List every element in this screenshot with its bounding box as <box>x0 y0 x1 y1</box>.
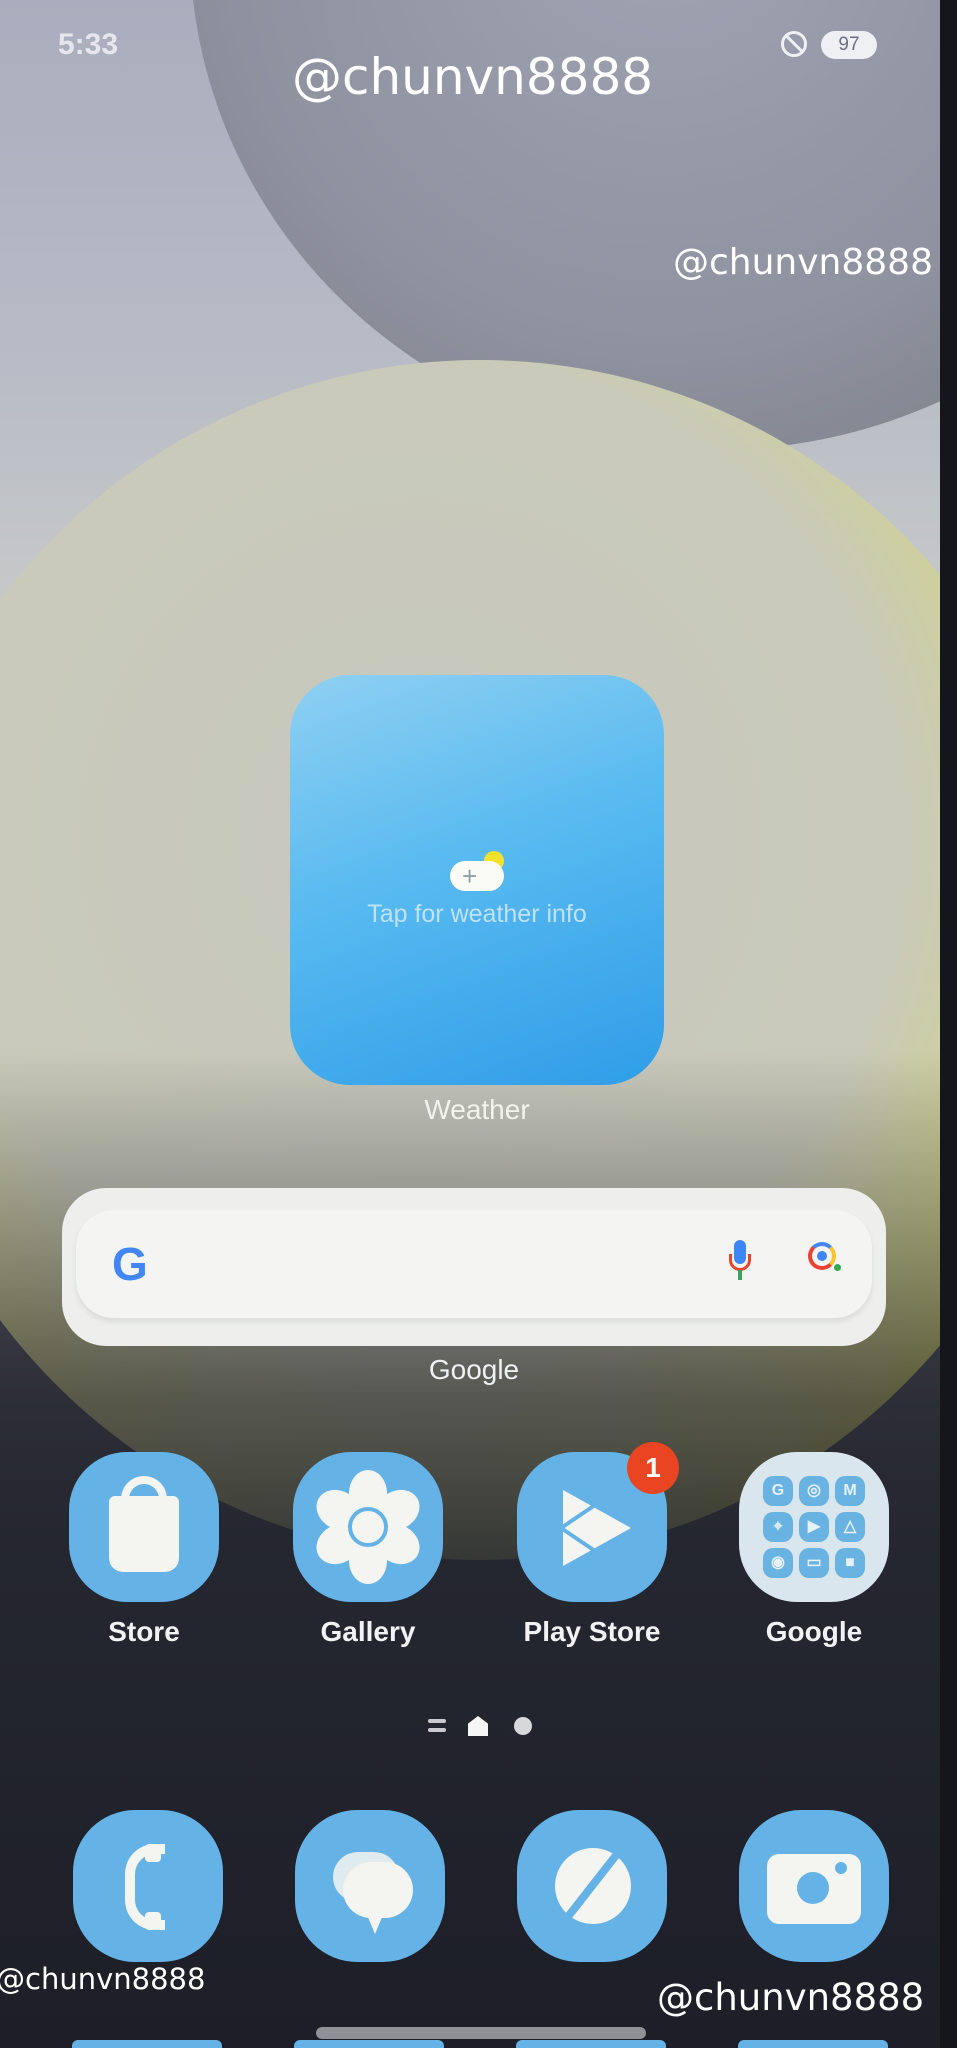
icon-peek <box>516 2040 666 2048</box>
chrome-icon: ◎ <box>799 1476 829 1506</box>
gesture-navigation-bar[interactable] <box>316 2027 646 2039</box>
camera-icon <box>739 1810 889 1962</box>
watermark: @chunvn8888 <box>673 242 933 283</box>
watermark: @chunvn8888 <box>657 1976 925 2019</box>
folder-icon: G ◎ M ⌖ ▶ △ ◉ ▭ ■ <box>739 1452 889 1602</box>
phone-icon <box>73 1810 223 1962</box>
device-bezel <box>940 0 957 2048</box>
status-clock: 5:33 <box>58 28 119 61</box>
watermark: @chunvn8888 <box>0 1962 206 1996</box>
weather-message: Tap for weather info <box>367 900 587 928</box>
search-bar[interactable]: G <box>76 1210 872 1318</box>
dock-camera[interactable] <box>736 1810 892 1962</box>
app-label: Google <box>765 1616 863 1647</box>
app-label: Play Store <box>523 1616 661 1647</box>
internet-icon <box>517 1810 667 1962</box>
drive-icon: △ <box>835 1512 865 1542</box>
maps-icon: ⌖ <box>763 1512 793 1542</box>
weather-widget-label: Weather <box>424 1094 530 1125</box>
gmail-icon: M <box>835 1476 865 1506</box>
page-indicator[interactable] <box>424 1714 534 1738</box>
flower-icon <box>293 1452 443 1602</box>
list-view-icon[interactable] <box>428 1719 446 1733</box>
google-lens-icon[interactable] <box>808 1242 844 1278</box>
dock-messages[interactable] <box>292 1810 448 1962</box>
dock-phone[interactable] <box>70 1810 226 1962</box>
icon-peek <box>294 2040 444 2048</box>
microphone-icon[interactable] <box>728 1240 752 1290</box>
app-folder-google[interactable]: G ◎ M ⌖ ▶ △ ◉ ▭ ■ Google <box>736 1452 892 1648</box>
youtube-icon: ▶ <box>799 1512 829 1542</box>
page-dot[interactable] <box>514 1717 532 1735</box>
app-label: Store <box>108 1616 180 1647</box>
app-store[interactable]: Store <box>66 1452 222 1648</box>
icon-peek <box>72 2040 222 2048</box>
app-gallery[interactable]: Gallery <box>290 1452 446 1648</box>
search-widget-label: Google <box>428 1354 520 1385</box>
tv-icon: ▭ <box>799 1548 829 1578</box>
meet-icon: ■ <box>835 1548 865 1578</box>
weather-widget[interactable]: + Tap for weather info <box>290 675 664 1085</box>
battery-indicator: 97 <box>821 31 877 59</box>
home-screen: 5:33 97 + Tap for weather info Weather G… <box>0 0 940 2048</box>
app-label: Gallery <box>320 1616 416 1647</box>
cloud-sun-add-icon: + <box>448 847 508 891</box>
youtube-music-icon: ◉ <box>763 1548 793 1578</box>
notification-badge: 1 <box>627 1442 679 1494</box>
shopping-bag-icon <box>69 1452 219 1602</box>
dock-internet[interactable] <box>514 1810 670 1962</box>
google-app-icon: G <box>763 1476 793 1506</box>
icon-peek <box>738 2040 888 2048</box>
home-page-icon[interactable] <box>468 1716 488 1736</box>
do-not-disturb-icon <box>781 31 807 57</box>
google-search-widget: G <box>62 1188 886 1346</box>
watermark: @chunvn8888 <box>292 48 654 106</box>
play-store-icon: 1 <box>517 1442 679 1602</box>
app-play-store[interactable]: 1 Play Store <box>514 1442 679 1648</box>
google-logo-icon: G <box>112 1238 148 1290</box>
messages-icon <box>295 1810 445 1962</box>
